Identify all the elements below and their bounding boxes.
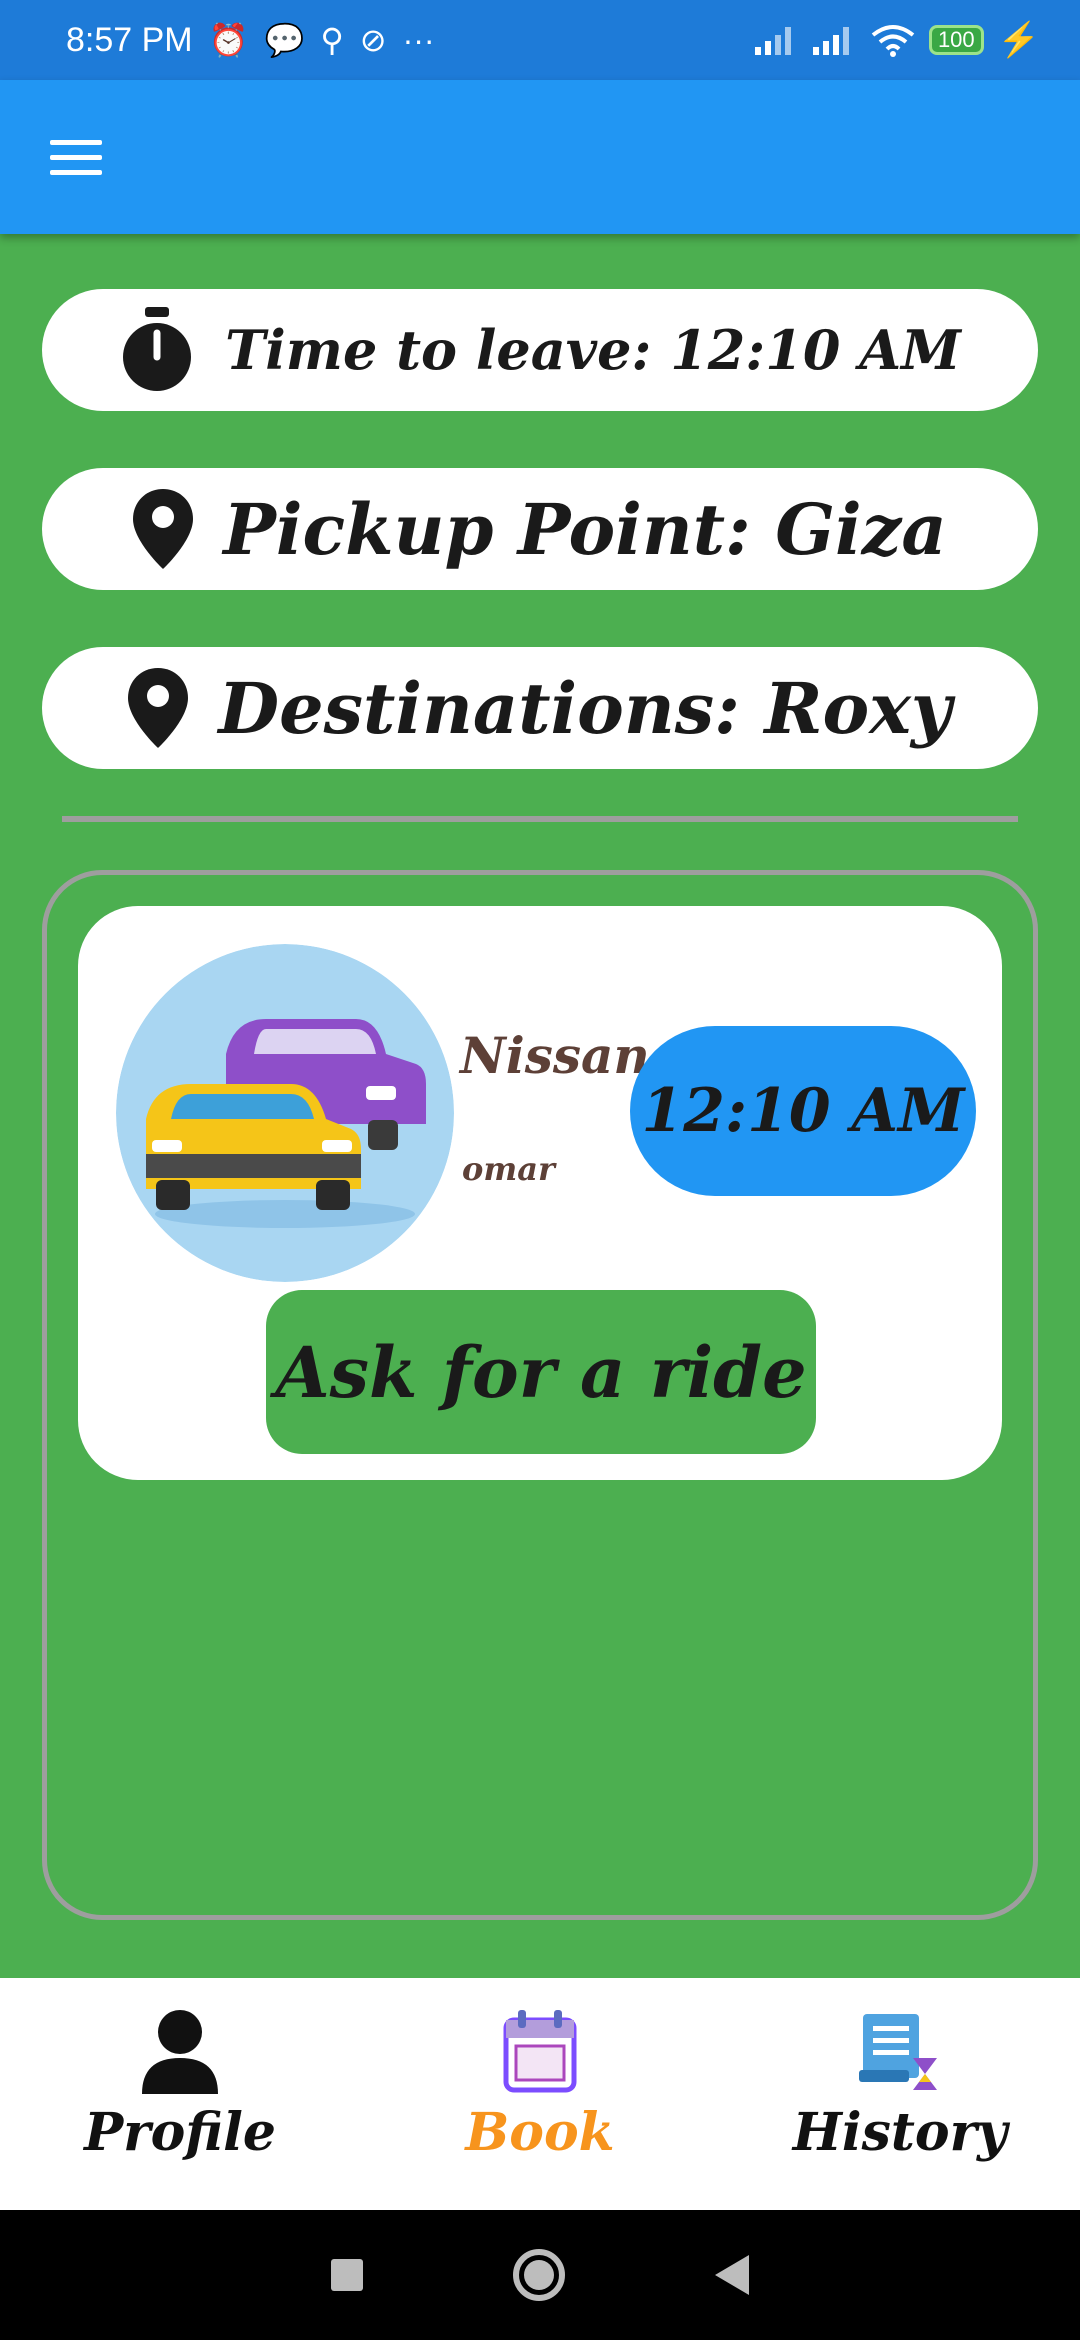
battery-indicator: 100 [928, 25, 984, 55]
location-pin-icon [128, 668, 189, 748]
stopwatch-icon [123, 307, 192, 391]
nav-profile-label: Profile [84, 2102, 276, 2163]
nav-book-label: Book [465, 2102, 615, 2163]
app-icon: ⚲ [320, 22, 344, 58]
message-icon: 💬 [264, 22, 305, 58]
destination-pill: Destinations: Roxy [42, 647, 1038, 769]
car-brand: Nissan [460, 1026, 650, 1085]
history-icon [859, 2014, 937, 2090]
ride-time-chip: 12:10 AM [630, 1026, 976, 1196]
person-icon [142, 2010, 218, 2094]
pickup-text: Pickup Point: Giza [223, 487, 947, 571]
nav-book[interactable]: Book [360, 1978, 720, 2210]
signal-icon-2 [812, 27, 849, 55]
status-bar: 8:57 PM ⏰ 💬 ⚲ ⊘ ··· 100 ⚡ [0, 0, 1080, 80]
wifi-icon [871, 25, 915, 57]
nav-history[interactable]: History [720, 1978, 1080, 2210]
driver-name: omar [462, 1150, 555, 1188]
bottom-nav: Profile Book History [0, 1978, 1080, 2210]
signal-icon [754, 27, 791, 55]
calendar-icon [503, 2010, 577, 2093]
ask-for-ride-button[interactable]: Ask for a ride [266, 1290, 816, 1454]
cars-illustration-icon [116, 944, 454, 1282]
nav-profile[interactable]: Profile [0, 1978, 360, 2210]
pickup-pill: Pickup Point: Giza [42, 468, 1038, 590]
divider [62, 816, 1018, 822]
hamburger-menu-icon[interactable] [50, 140, 102, 176]
alarm-icon: ⏰ [208, 22, 249, 58]
car-avatar [116, 944, 454, 1282]
ride-card: Nissan omar 12:10 AM Ask for a ride [78, 906, 1002, 1480]
home-icon[interactable] [513, 2249, 565, 2301]
nav-history-label: History [792, 2102, 1008, 2163]
destination-text: Destinations: Roxy [218, 666, 952, 750]
recents-icon[interactable] [331, 2259, 363, 2291]
back-icon[interactable] [715, 2255, 749, 2295]
time-to-leave-text: Time to leave: 12:10 AM [225, 318, 961, 382]
location-pin-icon [133, 489, 194, 569]
app-bar [0, 80, 1080, 234]
charging-icon: ⚡ [997, 21, 1040, 59]
more-icon: ··· [402, 21, 435, 58]
system-nav-bar [0, 2210, 1080, 2340]
time-to-leave-pill: Time to leave: 12:10 AM [42, 289, 1038, 411]
sync-icon: ⊘ [359, 22, 387, 58]
status-time: 8:57 PM [66, 20, 193, 59]
